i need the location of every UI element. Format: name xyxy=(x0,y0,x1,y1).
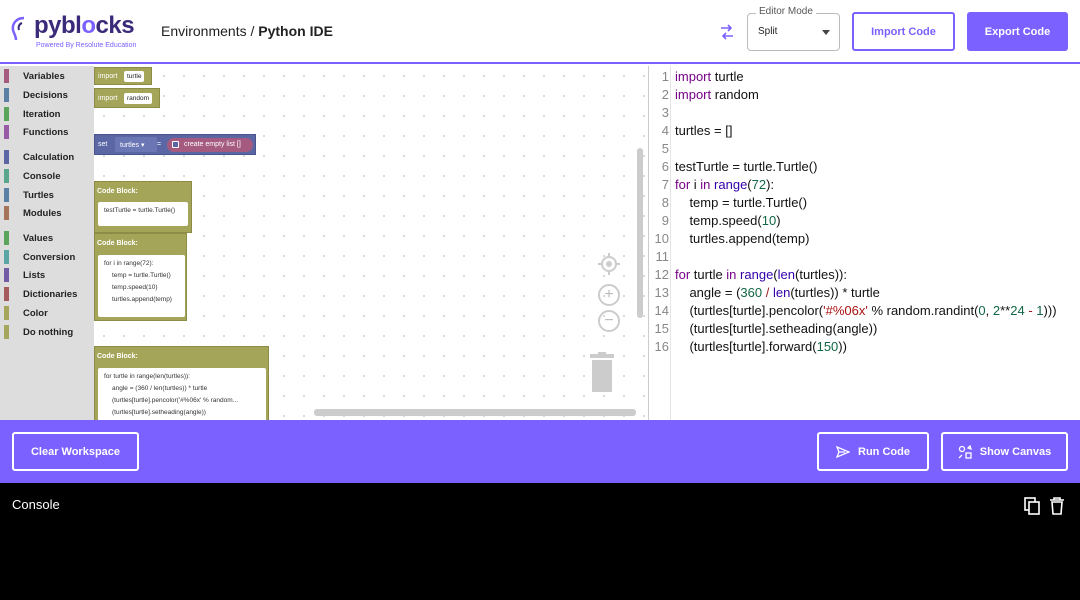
code-block-editor[interactable]: for turtle in range(len(turtles)): angle… xyxy=(98,368,266,420)
code-block-editor[interactable]: for i in range(72): temp = turtle.Turtle… xyxy=(98,255,185,317)
code-line: turtles.append(temp) xyxy=(675,231,810,246)
delete-icon[interactable] xyxy=(1048,497,1066,515)
code-line: angle = (360 / len(turtles)) * turtle xyxy=(675,285,880,300)
code-block[interactable]: Code Block: testTurtle = turtle.Turtle() xyxy=(94,181,192,233)
logo-head-icon xyxy=(11,16,25,41)
toolbox-category-dictionaries[interactable]: Dictionaries xyxy=(4,286,92,302)
category-color-bar xyxy=(4,231,9,245)
code-line: import random xyxy=(675,87,759,102)
logo-wordmark: pyblocks xyxy=(34,12,135,39)
console-panel: Console xyxy=(0,483,1080,600)
header-bar: pyblocks Powered By Resolute Education E… xyxy=(0,0,1080,64)
toolbox-category-variables[interactable]: Variables xyxy=(4,68,92,84)
python-code-editor[interactable]: 1 2 3 4 5 6 7 8 9 10 11 12 13 14 15 16 i… xyxy=(648,66,1080,420)
code-line: temp = turtle.Turtle() xyxy=(675,195,808,210)
toolbox-category-color[interactable]: Color xyxy=(4,305,92,321)
category-color-bar xyxy=(4,268,9,282)
trash-icon[interactable] xyxy=(589,352,615,392)
editor-mode-value: Split xyxy=(758,26,778,37)
code-block-editor[interactable]: testTurtle = turtle.Turtle() xyxy=(98,202,188,226)
breadcrumb-parent[interactable]: Environments xyxy=(161,23,247,39)
category-color-bar xyxy=(4,325,9,339)
code-line: (turtles[turtle].setheading(angle)) xyxy=(675,321,878,336)
toolbox-category-do-nothing[interactable]: Do nothing xyxy=(4,324,92,340)
editor-mode-select[interactable]: Editor Mode Split xyxy=(747,6,840,51)
code-block[interactable]: Code Block: for i in range(72): temp = t… xyxy=(94,233,187,321)
send-icon xyxy=(836,445,851,458)
export-code-button[interactable]: Export Code xyxy=(967,12,1068,51)
code-block-label: Code Block: xyxy=(97,353,138,360)
category-color-bar xyxy=(4,125,9,139)
import-block[interactable]: import random xyxy=(94,88,160,108)
toolbox-category-console[interactable]: Console xyxy=(4,168,92,184)
code-line: temp.speed(10) xyxy=(675,213,781,228)
toolbox-category-modules[interactable]: Modules xyxy=(4,205,92,221)
blocks-workspace[interactable]: import turtle import random set turtles … xyxy=(94,66,648,420)
toolbox-category-lists[interactable]: Lists xyxy=(4,267,92,283)
zoom-in-icon[interactable]: + xyxy=(598,284,620,306)
code-line: (turtles[turtle].pencolor('#%06x' % rand… xyxy=(675,303,1057,318)
category-color-bar xyxy=(4,150,9,164)
code-line: for turtle in range(len(turtles)): xyxy=(675,267,847,282)
category-color-bar xyxy=(4,69,9,83)
action-bar: Clear Workspace Run Code Show Canvas xyxy=(0,420,1080,483)
category-color-bar xyxy=(4,306,9,320)
import-code-button[interactable]: Import Code xyxy=(852,12,955,51)
code-block-label: Code Block: xyxy=(97,240,138,247)
category-color-bar xyxy=(4,107,9,121)
console-title: Console xyxy=(12,497,60,512)
logo-tagline: Powered By Resolute Education xyxy=(36,42,137,49)
code-line: turtles = [] xyxy=(675,123,733,138)
code-line: (turtles[turtle].forward(150)) xyxy=(675,339,847,354)
gear-icon[interactable] xyxy=(172,141,179,148)
run-code-button[interactable]: Run Code xyxy=(817,432,929,471)
toolbox-category-calculation[interactable]: Calculation xyxy=(4,149,92,165)
toolbox-category-values[interactable]: Values xyxy=(4,230,92,246)
workspace-horizontal-scrollbar[interactable] xyxy=(314,409,636,416)
editor-mode-label: Editor Mode xyxy=(756,6,816,17)
show-canvas-button[interactable]: Show Canvas xyxy=(941,432,1068,471)
breadcrumb: Environments / Python IDE xyxy=(161,23,333,39)
set-variable-block[interactable]: set turtles ▾ = create empty list [] xyxy=(94,134,256,155)
code-line: import turtle xyxy=(675,69,744,84)
category-color-bar xyxy=(4,250,9,264)
toolbox-category-functions[interactable]: Functions xyxy=(4,124,92,140)
recenter-icon[interactable] xyxy=(597,252,621,276)
toolbox-category-conversion[interactable]: Conversion xyxy=(4,249,92,265)
category-color-bar xyxy=(4,88,9,102)
import-module-field[interactable]: random xyxy=(124,93,153,104)
code-line: testTurtle = turtle.Turtle() xyxy=(675,159,818,174)
clear-workspace-button[interactable]: Clear Workspace xyxy=(12,432,139,471)
import-block[interactable]: import turtle xyxy=(94,67,152,85)
line-number-gutter: 1 2 3 4 5 6 7 8 9 10 11 12 13 14 15 16 xyxy=(649,66,671,420)
code-block-label: Code Block: xyxy=(97,188,138,195)
toolbox-category-decisions[interactable]: Decisions xyxy=(4,87,92,103)
code-block[interactable]: Code Block: for turtle in range(len(turt… xyxy=(94,346,269,420)
pyblocks-logo[interactable]: pyblocks Powered By Resolute Education xyxy=(10,12,140,52)
workspace-vertical-scrollbar[interactable] xyxy=(637,148,643,318)
category-color-bar xyxy=(4,188,9,202)
category-color-bar xyxy=(4,206,9,220)
category-color-bar xyxy=(4,169,9,183)
block-toolbox: Variables Decisions Iteration Functions … xyxy=(0,66,94,420)
code-line: for i in range(72): xyxy=(675,177,775,192)
breadcrumb-current: Python IDE xyxy=(258,23,333,39)
toolbox-category-turtles[interactable]: Turtles xyxy=(4,187,92,203)
caret-down-icon xyxy=(822,30,830,35)
shapes-icon xyxy=(958,444,972,459)
swap-layout-icon[interactable] xyxy=(717,22,737,42)
zoom-out-icon[interactable]: − xyxy=(598,310,620,332)
import-module-field[interactable]: turtle xyxy=(124,71,145,82)
breadcrumb-separator: / xyxy=(250,23,255,39)
copy-icon[interactable] xyxy=(1023,497,1041,515)
category-color-bar xyxy=(4,287,9,301)
toolbox-category-iteration[interactable]: Iteration xyxy=(4,106,92,122)
variable-name: turtles ▾ xyxy=(120,142,145,149)
